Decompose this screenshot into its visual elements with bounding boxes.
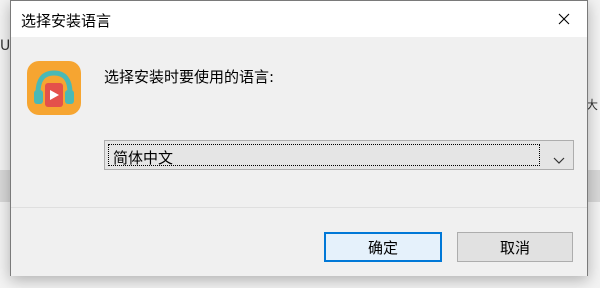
dialog-title: 选择安装语言 (21, 12, 112, 30)
background-strip (586, 170, 600, 202)
cancel-button[interactable]: 取消 (457, 232, 573, 262)
close-button[interactable] (541, 1, 587, 37)
chevron-down-icon[interactable] (553, 150, 565, 169)
selected-language: 简体中文 (113, 149, 174, 167)
background-text: U (0, 38, 11, 54)
background-strip (0, 170, 10, 202)
ok-button[interactable]: 确定 (324, 232, 442, 262)
headphones-app-icon (25, 59, 83, 117)
dialog-footer: 确定 取消 (11, 207, 587, 276)
close-icon (558, 13, 570, 25)
language-dialog: 选择安装语言 选择安装时要使用的语言: 简体中文 确定 取消 (10, 0, 588, 276)
language-select[interactable]: 简体中文 (104, 140, 574, 170)
title-bar[interactable]: 选择安装语言 (11, 1, 587, 37)
language-prompt: 选择安装时要使用的语言: (104, 68, 275, 86)
dialog-content: 选择安装时要使用的语言: 简体中文 (11, 37, 587, 207)
